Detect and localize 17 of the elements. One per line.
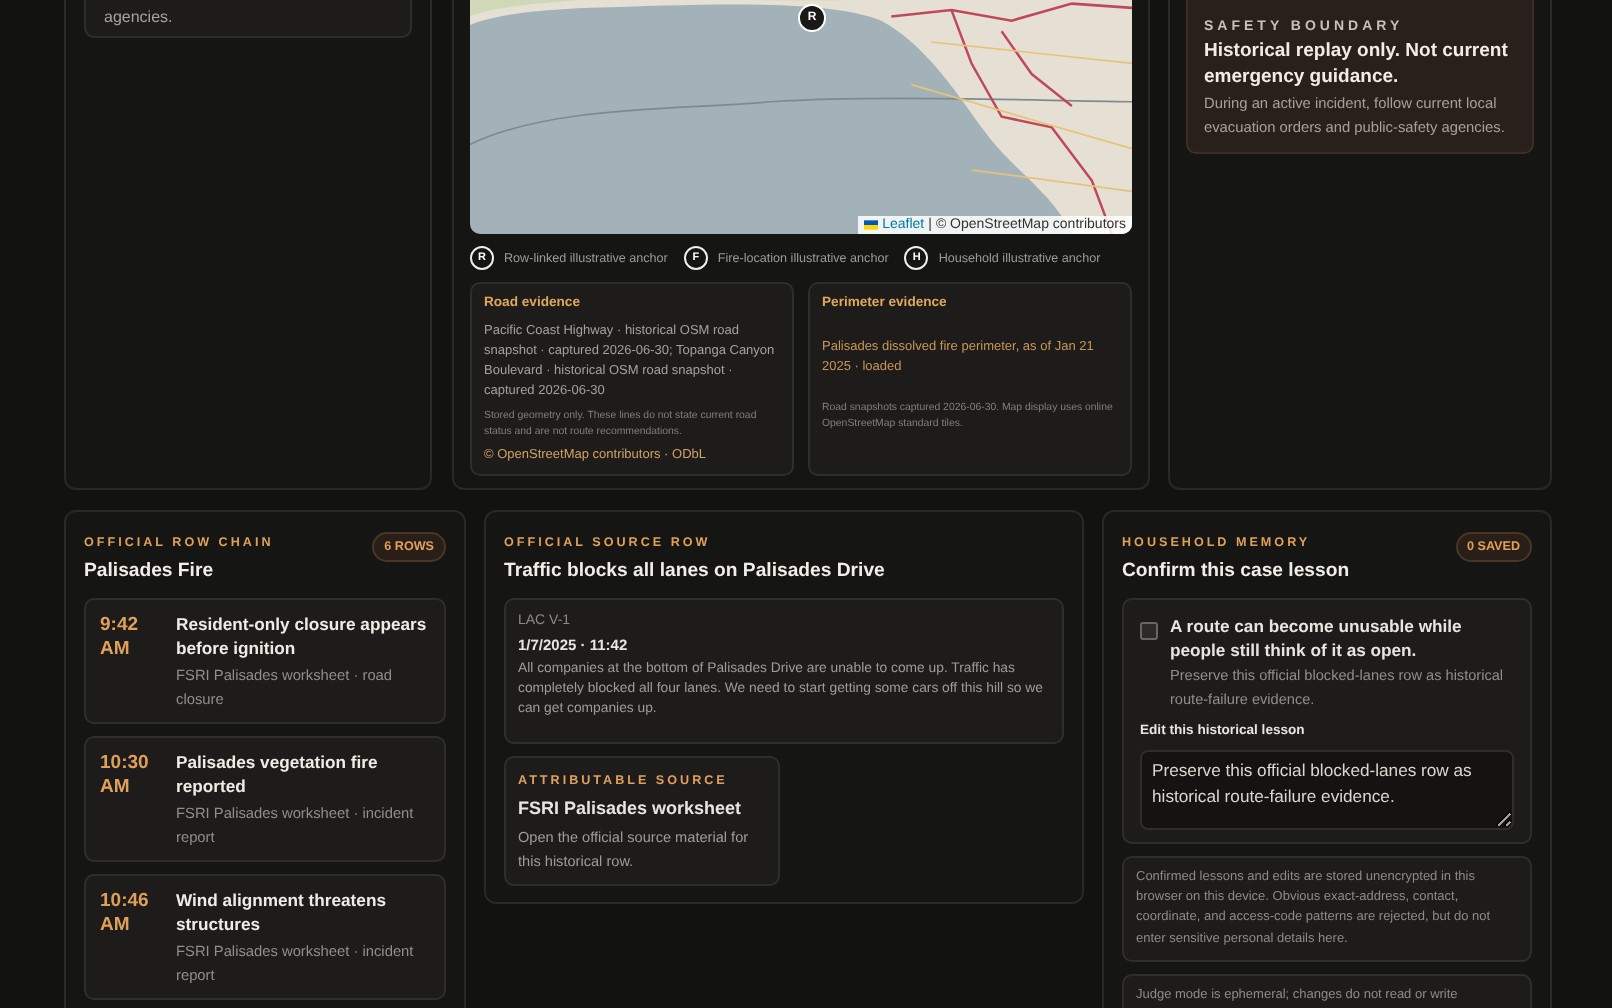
lesson-text-field[interactable]: Preserve this official blocked-lanes row as historical route-failure evidence. xyxy=(1140,750,1514,830)
row-time: 10:30 AM xyxy=(100,752,151,802)
row-title: Palisades vegetation fire reported xyxy=(176,752,380,798)
safety-title: Historical replay only. Not current emergency guidance. xyxy=(1204,40,1510,90)
panel-title: Palisades Fire xyxy=(84,560,216,582)
card-text: agencies. xyxy=(104,8,175,26)
row-time: 10:46 AM xyxy=(100,890,151,940)
row-title: Wind alignment threatens structures xyxy=(176,890,388,936)
source-title: FSRI Palisades worksheet xyxy=(518,798,744,818)
row-title: Resident-only closure appears before ignition xyxy=(176,614,429,660)
row-time: 9:42 AM xyxy=(100,614,141,664)
panel-title: Confirm this case lesson xyxy=(1122,560,1350,582)
lesson-title: A route can become unusable while people still think of it as open. xyxy=(1170,616,1464,662)
lesson-checkbox[interactable] xyxy=(1140,622,1158,640)
flag-icon xyxy=(864,220,879,230)
map-drawing[interactable] xyxy=(470,0,1132,234)
panel-title: Traffic blocks all lanes on Palisades Drive xyxy=(504,560,887,582)
